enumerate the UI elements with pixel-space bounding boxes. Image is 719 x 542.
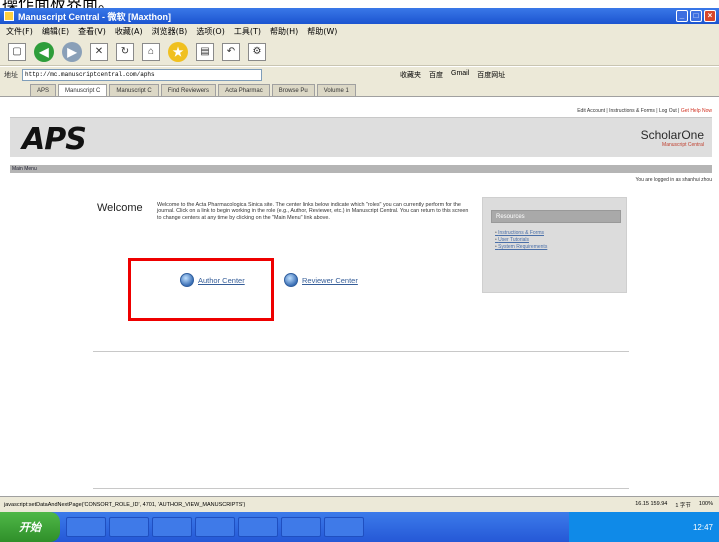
forward-icon[interactable]: ▶	[62, 41, 82, 62]
brand-subtitle: Manuscript Central	[662, 142, 704, 148]
windows-taskbar: 开始 12:47	[0, 512, 719, 542]
menu-help[interactable]: 帮助(H)	[270, 26, 298, 37]
status-bytes: 1 字节	[675, 502, 691, 509]
bookmark-item[interactable]: 百度网址	[477, 70, 505, 80]
menu-browser[interactable]: 浏览器(B)	[152, 26, 188, 37]
window-titlebar: Manuscript Central - 微软 [Maxthon] _ □ ×	[0, 8, 719, 24]
top-caption: 操作面板界面。	[0, 0, 719, 8]
menu-tools[interactable]: 工具(T)	[234, 26, 261, 37]
url-input[interactable]: http://mc.manuscriptcentral.com/aphs	[22, 69, 262, 81]
stop-icon[interactable]: ✕	[90, 42, 108, 61]
history-icon[interactable]: ▤	[196, 42, 214, 61]
taskbar-item[interactable]	[195, 517, 235, 537]
undo-icon[interactable]: ↶	[222, 42, 240, 61]
bookmark-item[interactable]: 收藏夹	[400, 70, 421, 80]
reviewer-center-label[interactable]: Reviewer Center	[302, 276, 358, 285]
main-menu-bar: Main Menu	[10, 165, 712, 173]
menu-bar: 文件(F) 编辑(E) 查看(V) 收藏(A) 浏览器(B) 选项(O) 工具(…	[0, 24, 719, 38]
resource-link-tutorials[interactable]: User Tutorials	[495, 237, 547, 244]
resources-title: Resources	[491, 210, 621, 223]
address-label: 地址	[4, 72, 18, 79]
reviewer-center-icon	[284, 273, 298, 287]
divider-bottom	[93, 488, 629, 489]
tab-manuscript-central[interactable]: Manuscript C	[58, 84, 108, 96]
app-icon	[4, 11, 14, 21]
menu-options[interactable]: 选项(O)	[196, 26, 225, 37]
window-title: Manuscript Central - 微软 [Maxthon]	[18, 11, 172, 22]
window-controls: _ □ ×	[676, 10, 716, 22]
tab-acta-pharmac[interactable]: Acta Pharmac	[218, 84, 270, 96]
resources-list: Instructions & Forms User Tutorials Syst…	[495, 230, 547, 251]
main-menu-link[interactable]: Main Menu	[12, 166, 37, 172]
scholarone-brand: ScholarOne Manuscript Central	[641, 128, 704, 148]
minimize-button[interactable]: _	[676, 10, 688, 22]
browser-toolbar: ▢ ◀ ▶ ✕ ↻ ⌂ ★ ▤ ↶ ⚙	[0, 38, 719, 66]
refresh-icon[interactable]: ↻	[116, 42, 134, 61]
tab-find-reviewers[interactable]: Find Reviewers	[160, 84, 217, 96]
new-tab-icon[interactable]: ▢	[8, 42, 26, 61]
welcome-description: Welcome to the Acta Pharmacologica Sinic…	[157, 202, 469, 221]
close-button[interactable]: ×	[704, 10, 716, 22]
tray-clock: 12:47	[692, 522, 713, 532]
status-zoom[interactable]: 100%	[699, 501, 713, 509]
start-button[interactable]: 开始	[0, 512, 60, 542]
taskbar-item[interactable]	[109, 517, 149, 537]
tab-browse[interactable]: Browse Pu	[271, 84, 315, 96]
bookmark-item[interactable]: 百度	[429, 70, 443, 80]
menu-file[interactable]: 文件(F)	[6, 26, 33, 37]
menu-edit[interactable]: 编辑(E)	[42, 26, 69, 37]
menu-favorites[interactable]: 收藏(A)	[115, 26, 143, 37]
bookmark-item[interactable]: Gmail	[451, 70, 469, 80]
reviewer-center-link[interactable]: Reviewer Center	[284, 273, 358, 287]
logged-in-text: You are logged in as shanhui zhou	[635, 177, 712, 183]
favorites-star-icon[interactable]: ★	[168, 41, 188, 62]
taskbar-item[interactable]	[66, 517, 106, 537]
status-bar: javascript:setDataAndNextPage('CONSORT_R…	[0, 496, 719, 512]
resources-panel: Resources Instructions & Forms User Tuto…	[482, 197, 627, 293]
status-ip: 16.15 159.94	[635, 500, 668, 507]
taskbar-item[interactable]	[152, 517, 192, 537]
brand-name: ScholarOne	[640, 128, 704, 142]
status-right: 16.15 159.94 1 字节 100%	[635, 501, 713, 509]
tab-manuscript-central-2[interactable]: Manuscript C	[109, 84, 159, 96]
taskbar-item[interactable]	[281, 517, 321, 537]
maximize-button[interactable]: □	[690, 10, 702, 22]
account-links[interactable]: Edit Account | Instructions & Forms | Lo…	[577, 108, 681, 114]
tab-volume[interactable]: Volume 1	[316, 84, 356, 96]
status-text: javascript:setDataAndNextPage('CONSORT_R…	[4, 501, 246, 508]
tab-strip: APS Manuscript C Manuscript C Find Revie…	[0, 83, 719, 97]
home-icon[interactable]: ⌂	[142, 42, 160, 61]
taskbar-item[interactable]	[238, 517, 278, 537]
taskbar-items	[66, 517, 364, 537]
aps-logo: APS	[22, 122, 87, 157]
system-tray: 12:47	[569, 512, 719, 542]
address-bar: 地址 http://mc.manuscriptcentral.com/aphs …	[0, 67, 719, 83]
site-header: APS ScholarOne Manuscript Central	[10, 117, 712, 157]
divider-top	[93, 351, 629, 352]
back-icon[interactable]: ◀	[34, 41, 54, 62]
resource-link-requirements[interactable]: System Requirements	[495, 244, 547, 251]
tools-icon[interactable]: ⚙	[248, 42, 266, 61]
highlight-annotation-box	[128, 258, 274, 321]
page-content: Edit Account | Instructions & Forms | Lo…	[0, 97, 719, 496]
tab-aps[interactable]: APS	[30, 84, 57, 96]
menu-help-2[interactable]: 帮助(W)	[307, 26, 337, 37]
taskbar-item[interactable]	[324, 517, 364, 537]
get-help-link[interactable]: Get Help Now	[681, 108, 712, 114]
resource-link-instructions[interactable]: Instructions & Forms	[495, 230, 547, 237]
bookmark-links: 收藏夹 百度 Gmail 百度网址	[400, 70, 505, 80]
welcome-heading: Welcome	[97, 202, 143, 214]
menu-view[interactable]: 查看(V)	[78, 26, 106, 37]
